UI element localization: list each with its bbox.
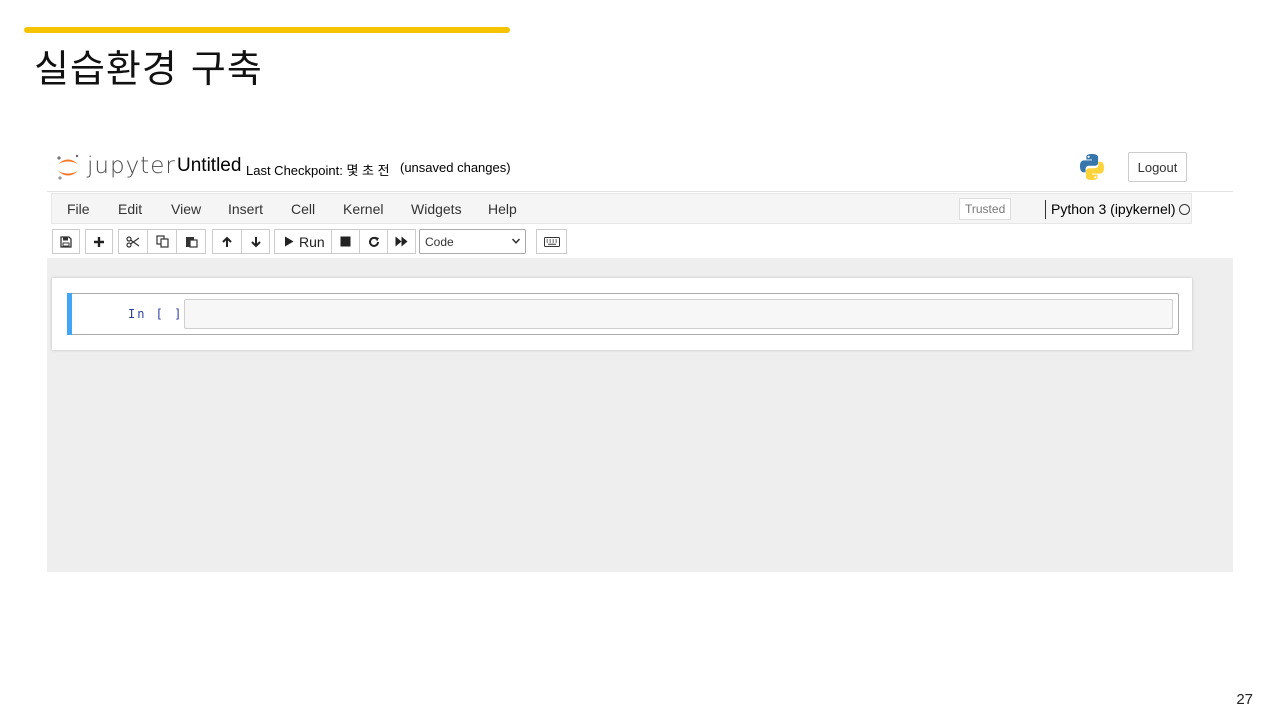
kernel-idle-icon [1179,204,1190,215]
run-button-label: Run [299,233,325,250]
restart-kernel-button[interactable] [359,229,388,254]
page-number: 27 [1236,691,1253,708]
slide: 실습환경 구축 jupyter Untitled Last Checkpoint… [0,0,1280,720]
keyboard-icon [543,236,560,247]
accent-bar [24,27,510,33]
insert-cell-button[interactable] [85,229,113,254]
cut-button[interactable] [118,229,148,254]
arrow-up-icon [222,236,232,247]
notebook-page: In [ ]: [52,278,1192,350]
jupyter-wordmark[interactable]: jupyter [87,153,176,179]
save-icon [60,235,72,248]
cut-icon [126,235,140,248]
python-logo-icon [1080,154,1104,180]
code-cell[interactable]: In [ ]: [67,293,1179,335]
logout-button[interactable]: Logout [1128,152,1187,182]
run-button[interactable]: Run [274,229,332,254]
menu-insert[interactable]: Insert [228,201,263,217]
jupyter-header: jupyter Untitled Last Checkpoint: 몇 초 전 … [47,140,1233,192]
slide-title: 실습환경 구축 [34,47,263,91]
trusted-indicator[interactable]: Trusted [959,198,1012,220]
menu-widgets[interactable]: Widgets [411,201,462,217]
jupyter-screenshot: jupyter Untitled Last Checkpoint: 몇 초 전 … [47,140,1233,572]
fast-forward-icon [395,236,408,247]
command-palette-button[interactable] [536,229,567,254]
cell-selection-bar [67,293,72,335]
kernel-name[interactable]: Python 3 (ipykernel) [1051,201,1176,217]
last-checkpoint: Last Checkpoint: 몇 초 전 [246,163,390,178]
toolbar: Run Code [47,226,1233,258]
cell-type-value: Code [425,234,454,249]
stop-icon [340,236,351,247]
menubar: File Edit View Insert Cell Kernel Widget… [51,193,1192,224]
notebook-area: In [ ]: [47,258,1233,572]
restart-run-all-button[interactable] [387,229,416,254]
code-input[interactable] [184,299,1173,329]
cell-type-select[interactable]: Code [419,229,526,254]
copy-icon [155,235,169,248]
arrow-down-icon [250,236,261,247]
menu-file[interactable]: File [67,201,90,217]
move-down-button[interactable] [241,229,270,254]
restart-icon [368,236,379,247]
unsaved-changes-label: (unsaved changes) [400,160,511,175]
plus-icon [94,236,104,247]
interrupt-kernel-button[interactable] [331,229,360,254]
jupyter-logo-icon[interactable] [55,152,81,182]
menu-cell[interactable]: Cell [291,201,315,217]
input-prompt: In [ ]: [128,307,193,321]
notebook-title[interactable]: Untitled [177,155,241,177]
copy-button[interactable] [147,229,177,254]
paste-icon [185,237,198,248]
menu-kernel[interactable]: Kernel [343,201,383,217]
paste-button[interactable] [176,229,206,254]
play-icon [285,236,294,247]
menu-help[interactable]: Help [488,201,517,217]
chevron-down-icon [511,238,521,244]
menu-edit[interactable]: Edit [118,201,142,217]
save-button[interactable] [52,229,80,254]
menu-view[interactable]: View [171,201,201,217]
move-up-button[interactable] [212,229,242,254]
kernel-separator [1045,200,1046,219]
